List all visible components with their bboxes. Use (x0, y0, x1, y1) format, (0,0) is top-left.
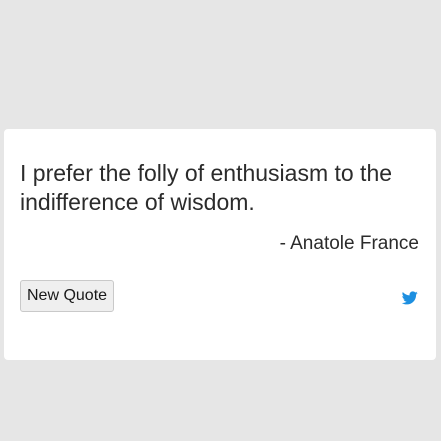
new-quote-button[interactable]: New Quote (20, 280, 115, 312)
tweet-quote-link[interactable] (402, 291, 420, 307)
twitter-icon (402, 291, 420, 305)
quote-author: - Anatole France (279, 233, 419, 254)
quote-card: I prefer the folly of enthusiasm to the … (4, 129, 436, 360)
quote-text: I prefer the folly of enthusiasm to the … (20, 160, 393, 215)
